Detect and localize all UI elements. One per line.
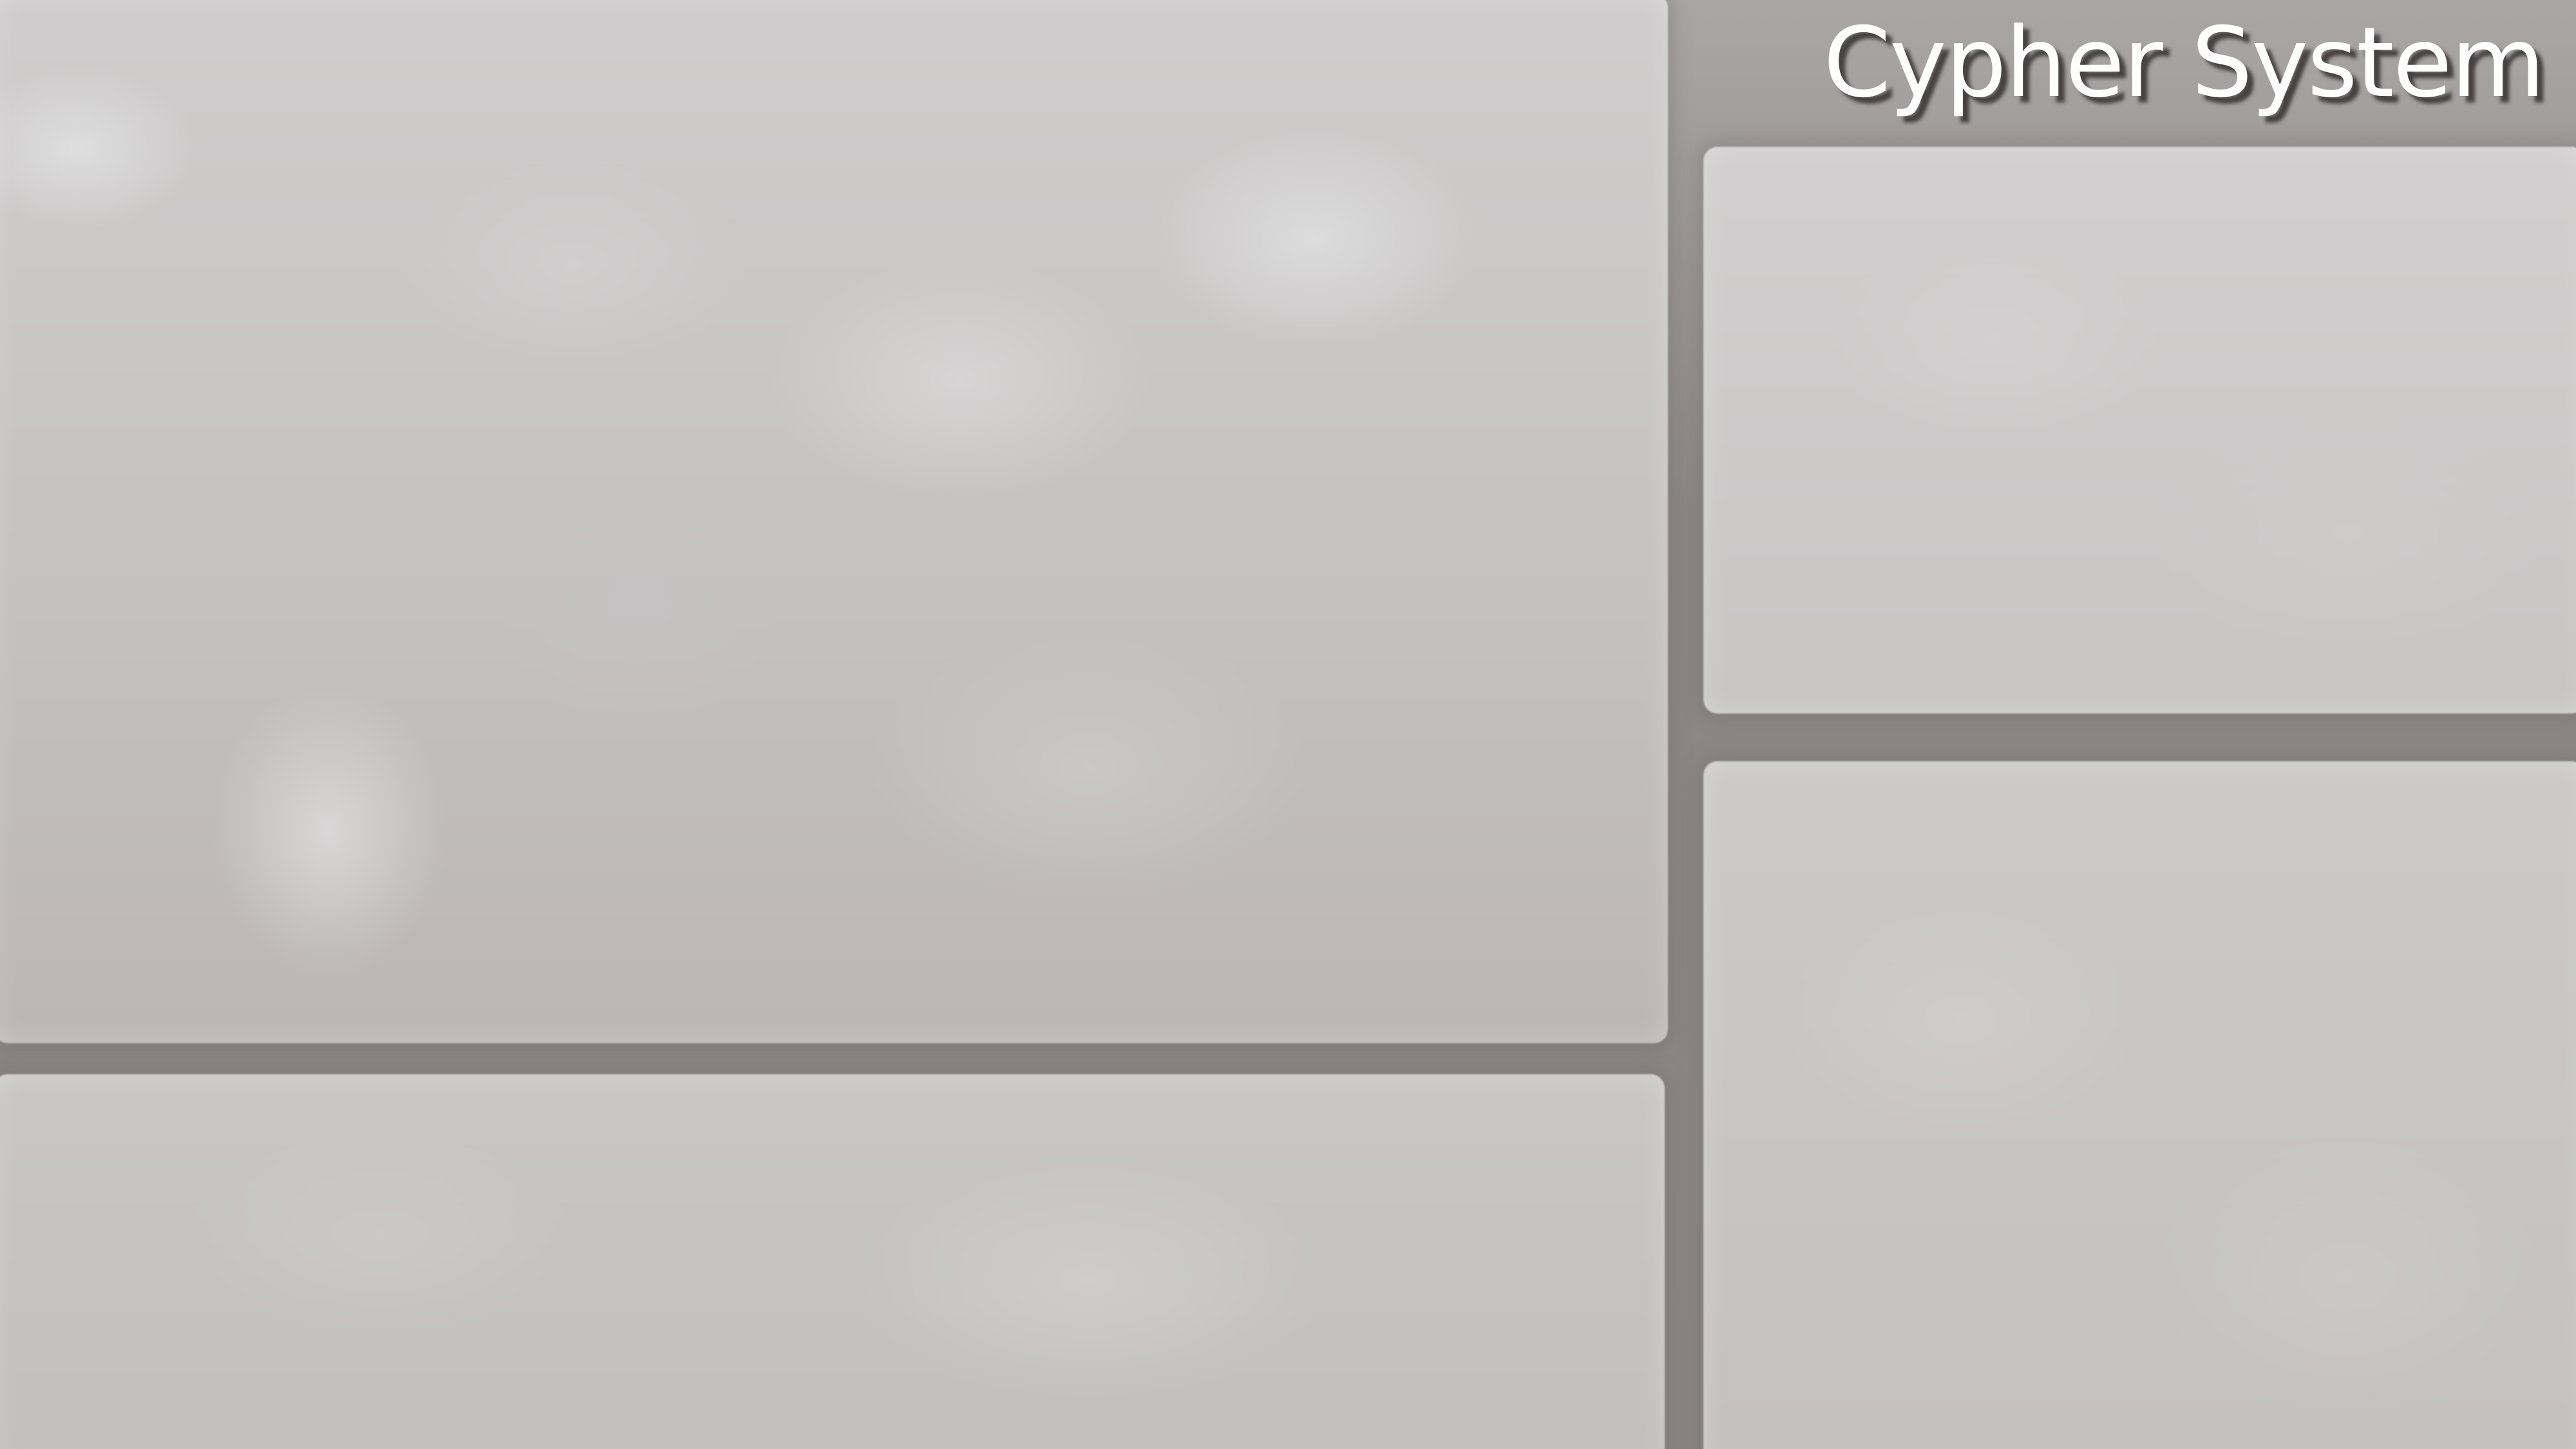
top-right-panel [1703,147,2576,714]
bottom-right-panel [1703,761,2576,1449]
bottom-left-panel [0,1074,1665,1449]
page-title: Cypher System [1823,7,2545,119]
main-content-panel [0,0,1668,1043]
